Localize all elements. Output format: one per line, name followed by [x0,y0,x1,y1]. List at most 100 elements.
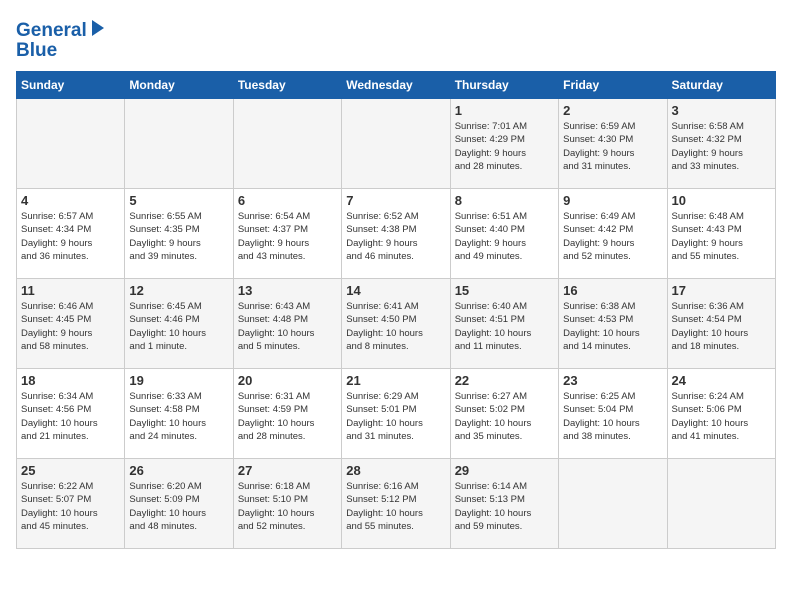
day-detail: Sunrise: 6:51 AM Sunset: 4:40 PM Dayligh… [455,210,554,263]
day-detail: Sunrise: 6:29 AM Sunset: 5:01 PM Dayligh… [346,390,445,443]
calendar-cell: 4 Sunrise: 6:57 AM Sunset: 4:34 PM Daylig… [17,189,125,279]
day-number: 3 [672,103,771,118]
calendar-cell: 8Sunrise: 6:51 AM Sunset: 4:40 PM Daylig… [450,189,558,279]
day-detail: Sunrise: 6:57 AM Sunset: 4:34 PM Dayligh… [21,210,120,263]
calendar-cell: 10 Sunrise: 6:48 AM Sunset: 4:43 PM Dayli… [667,189,775,279]
day-detail: Sunrise: 6:25 AM Sunset: 5:04 PM Dayligh… [563,390,662,443]
day-number: 17 [672,283,771,298]
day-number: 22 [455,373,554,388]
day-number: 23 [563,373,662,388]
day-detail: Sunrise: 6:54 AM Sunset: 4:37 PM Dayligh… [238,210,337,263]
calendar-cell: 13 Sunrise: 6:43 AM Sunset: 4:48 PM Dayli… [233,279,341,369]
day-detail: Sunrise: 6:40 AM Sunset: 4:51 PM Dayligh… [455,300,554,353]
day-detail: Sunrise: 6:52 AM Sunset: 4:38 PM Dayligh… [346,210,445,263]
day-detail: Sunrise: 6:18 AM Sunset: 5:10 PM Dayligh… [238,480,337,533]
day-detail: Sunrise: 6:55 AM Sunset: 4:35 PM Dayligh… [129,210,228,263]
day-number: 14 [346,283,445,298]
calendar-cell: 22 Sunrise: 6:27 AM Sunset: 5:02 PM Dayli… [450,369,558,459]
calendar-cell: 11 Sunrise: 6:46 AM Sunset: 4:45 PM Dayli… [17,279,125,369]
calendar-week-row: 11 Sunrise: 6:46 AM Sunset: 4:45 PM Dayli… [17,279,776,369]
calendar-cell: 9 Sunrise: 6:49 AM Sunset: 4:42 PM Daylig… [559,189,667,279]
calendar-cell [125,99,233,189]
weekday-header-sunday: Sunday [17,72,125,99]
day-detail: Sunrise: 7:01 AM Sunset: 4:29 PM Dayligh… [455,120,554,173]
calendar-cell: 7 Sunrise: 6:52 AM Sunset: 4:38 PM Daylig… [342,189,450,279]
day-number: 18 [21,373,120,388]
day-detail: Sunrise: 6:33 AM Sunset: 4:58 PM Dayligh… [129,390,228,443]
weekday-header-monday: Monday [125,72,233,99]
calendar-cell: 6Sunrise: 6:54 AM Sunset: 4:37 PM Daylig… [233,189,341,279]
svg-text:Blue: Blue [16,40,57,61]
calendar-cell: 5 Sunrise: 6:55 AM Sunset: 4:35 PM Daylig… [125,189,233,279]
calendar-week-row: 25Sunrise: 6:22 AM Sunset: 5:07 PM Dayli… [17,459,776,549]
calendar-cell: 19Sunrise: 6:33 AM Sunset: 4:58 PM Dayli… [125,369,233,459]
day-number: 12 [129,283,228,298]
day-number: 26 [129,463,228,478]
day-detail: Sunrise: 6:59 AM Sunset: 4:30 PM Dayligh… [563,120,662,173]
day-detail: Sunrise: 6:27 AM Sunset: 5:02 PM Dayligh… [455,390,554,443]
day-detail: Sunrise: 6:43 AM Sunset: 4:48 PM Dayligh… [238,300,337,353]
day-number: 7 [346,193,445,208]
day-number: 15 [455,283,554,298]
day-detail: Sunrise: 6:20 AM Sunset: 5:09 PM Dayligh… [129,480,228,533]
calendar-cell: 1 Sunrise: 7:01 AM Sunset: 4:29 PM Daylig… [450,99,558,189]
calendar-cell: 12 Sunrise: 6:45 AM Sunset: 4:46 PM Dayli… [125,279,233,369]
logo-svg: General Blue [16,16,111,61]
calendar-week-row: 1 Sunrise: 7:01 AM Sunset: 4:29 PM Daylig… [17,99,776,189]
day-number: 27 [238,463,337,478]
weekday-header-thursday: Thursday [450,72,558,99]
calendar-cell: 25Sunrise: 6:22 AM Sunset: 5:07 PM Dayli… [17,459,125,549]
calendar-cell: 24 Sunrise: 6:24 AM Sunset: 5:06 PM Dayli… [667,369,775,459]
calendar-cell: 2 Sunrise: 6:59 AM Sunset: 4:30 PM Daylig… [559,99,667,189]
weekday-header-friday: Friday [559,72,667,99]
weekday-header-tuesday: Tuesday [233,72,341,99]
day-number: 16 [563,283,662,298]
day-number: 10 [672,193,771,208]
day-number: 13 [238,283,337,298]
calendar-week-row: 4 Sunrise: 6:57 AM Sunset: 4:34 PM Daylig… [17,189,776,279]
calendar-cell [667,459,775,549]
calendar-cell: 20Sunrise: 6:31 AM Sunset: 4:59 PM Dayli… [233,369,341,459]
svg-text:General: General [16,20,87,41]
calendar-cell: 3 Sunrise: 6:58 AM Sunset: 4:32 PM Daylig… [667,99,775,189]
calendar-cell: 18 Sunrise: 6:34 AM Sunset: 4:56 PM Dayli… [17,369,125,459]
weekday-header-wednesday: Wednesday [342,72,450,99]
day-detail: Sunrise: 6:16 AM Sunset: 5:12 PM Dayligh… [346,480,445,533]
day-number: 29 [455,463,554,478]
calendar-cell [233,99,341,189]
logo: General Blue [16,16,111,61]
day-number: 11 [21,283,120,298]
day-detail: Sunrise: 6:49 AM Sunset: 4:42 PM Dayligh… [563,210,662,263]
day-detail: Sunrise: 6:46 AM Sunset: 4:45 PM Dayligh… [21,300,120,353]
calendar-cell: 14 Sunrise: 6:41 AM Sunset: 4:50 PM Dayli… [342,279,450,369]
day-number: 5 [129,193,228,208]
calendar-cell: 15 Sunrise: 6:40 AM Sunset: 4:51 PM Dayli… [450,279,558,369]
calendar-cell: 28 Sunrise: 6:16 AM Sunset: 5:12 PM Dayli… [342,459,450,549]
day-detail: Sunrise: 6:45 AM Sunset: 4:46 PM Dayligh… [129,300,228,353]
day-number: 21 [346,373,445,388]
day-detail: Sunrise: 6:48 AM Sunset: 4:43 PM Dayligh… [672,210,771,263]
day-detail: Sunrise: 6:34 AM Sunset: 4:56 PM Dayligh… [21,390,120,443]
day-number: 1 [455,103,554,118]
calendar-week-row: 18 Sunrise: 6:34 AM Sunset: 4:56 PM Dayli… [17,369,776,459]
day-number: 9 [563,193,662,208]
calendar-cell: 29 Sunrise: 6:14 AM Sunset: 5:13 PM Dayli… [450,459,558,549]
day-number: 28 [346,463,445,478]
header: General Blue [16,16,776,61]
day-detail: Sunrise: 6:41 AM Sunset: 4:50 PM Dayligh… [346,300,445,353]
weekday-header-saturday: Saturday [667,72,775,99]
day-number: 24 [672,373,771,388]
day-detail: Sunrise: 6:36 AM Sunset: 4:54 PM Dayligh… [672,300,771,353]
calendar-cell: 27 Sunrise: 6:18 AM Sunset: 5:10 PM Dayli… [233,459,341,549]
day-detail: Sunrise: 6:14 AM Sunset: 5:13 PM Dayligh… [455,480,554,533]
day-number: 2 [563,103,662,118]
day-detail: Sunrise: 6:31 AM Sunset: 4:59 PM Dayligh… [238,390,337,443]
calendar-cell: 26 Sunrise: 6:20 AM Sunset: 5:09 PM Dayli… [125,459,233,549]
calendar-cell: 16Sunrise: 6:38 AM Sunset: 4:53 PM Dayli… [559,279,667,369]
calendar-header-row: SundayMondayTuesdayWednesdayThursdayFrid… [17,72,776,99]
day-detail: Sunrise: 6:24 AM Sunset: 5:06 PM Dayligh… [672,390,771,443]
day-number: 4 [21,193,120,208]
day-number: 25 [21,463,120,478]
day-detail: Sunrise: 6:58 AM Sunset: 4:32 PM Dayligh… [672,120,771,173]
calendar-cell [559,459,667,549]
